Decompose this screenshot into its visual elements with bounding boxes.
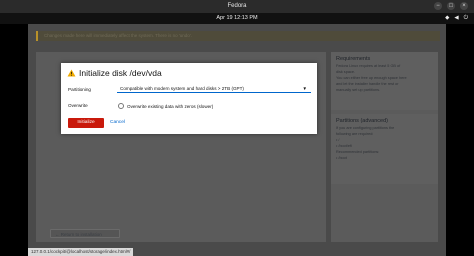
- initialize-button[interactable]: Initialize: [68, 118, 104, 128]
- overwrite-label: Overwrite: [68, 103, 88, 108]
- power-icon[interactable]: ⏻: [464, 13, 468, 24]
- cancel-button[interactable]: Cancel: [110, 118, 125, 128]
- requirements-text: disk space.: [336, 70, 355, 74]
- window-title: Fedora: [227, 3, 247, 9]
- dialog-title-row: Initialize disk /dev/vda: [67, 68, 162, 78]
- partitions-text: • /boot: [336, 156, 347, 160]
- partitioning-select[interactable]: Compatible with modern system and hard d…: [117, 84, 311, 93]
- maximize-button[interactable]: □: [447, 2, 455, 10]
- close-window-button[interactable]: ×: [460, 2, 468, 10]
- dialog-title: Initialize disk /dev/vda: [79, 68, 162, 78]
- initialize-disk-dialog: Initialize disk /dev/vda Partitioning Co…: [61, 63, 317, 134]
- warning-banner: Changes made here will immediately affec…: [36, 31, 440, 41]
- requirements-text: manually set up partitions.: [336, 88, 381, 92]
- partitions-text: • /boot/efi: [336, 144, 352, 148]
- clock[interactable]: Apr 19 12:13 PM: [0, 13, 474, 24]
- return-to-installation-button[interactable]: ← Return to installation: [50, 229, 120, 238]
- volume-icon[interactable]: ◀: [454, 13, 458, 24]
- window-titlebar: Fedora − □ ×: [0, 0, 474, 13]
- status-url: 127.0.0.1/cockpit/@localhost/storage/ind…: [28, 248, 134, 256]
- minimize-button[interactable]: −: [434, 2, 442, 10]
- partitions-text: following are required:: [336, 132, 374, 136]
- requirements-text: and let the installer handle the rest or: [336, 82, 399, 86]
- partitions-text: Recommended partitions:: [336, 150, 380, 154]
- partitioning-label: Partitioning: [68, 87, 91, 92]
- partitioning-value: Compatible with modern system and hard d…: [120, 86, 244, 91]
- requirements-text: You can either free up enough space here: [336, 76, 407, 80]
- chevron-down-icon: ▼: [302, 86, 307, 91]
- overwrite-option[interactable]: Overwrite existing data with zeros (slow…: [118, 103, 213, 109]
- requirements-title: Requirements: [336, 56, 371, 62]
- requirements-text: Fedora Linux requires at least 5 GB of: [336, 64, 401, 68]
- requirements-section: Requirements Fedora Linux requires at le…: [331, 52, 438, 110]
- overwrite-option-label: Overwrite existing data with zeros (slow…: [127, 103, 214, 109]
- network-icon[interactable]: ◆: [445, 13, 449, 24]
- overwrite-checkbox[interactable]: [118, 103, 124, 109]
- installer-window: Changes made here will immediately affec…: [28, 24, 446, 256]
- warning-icon: [67, 69, 76, 77]
- sidebar: Requirements Fedora Linux requires at le…: [331, 52, 438, 242]
- partitions-text: If you are configuring partitions the: [336, 126, 395, 130]
- partitions-section: Partitions (advanced) If you are configu…: [331, 114, 438, 184]
- partitions-text: • /: [336, 138, 340, 142]
- system-topbar: Apr 19 12:13 PM ◆ ◀ ⏻: [0, 13, 474, 24]
- partitions-title: Partitions (advanced): [336, 118, 388, 124]
